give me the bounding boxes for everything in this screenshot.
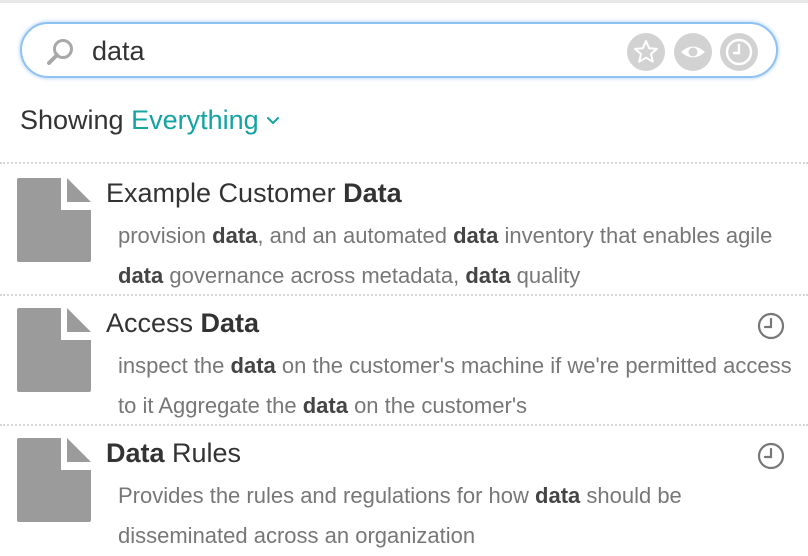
result-snippet: Provides the rules and regulations for h… xyxy=(118,476,798,556)
result-snippet: provision data, and an automated data in… xyxy=(118,216,798,296)
title-match-highlight: Data xyxy=(343,178,402,208)
snippet-text: inspect the xyxy=(118,353,231,378)
clock-icon xyxy=(725,38,753,66)
scope-value: Everything xyxy=(131,105,259,135)
result-item[interactable]: Access Data inspect the data on the custo… xyxy=(0,296,808,424)
title-text: Example Customer xyxy=(106,178,344,208)
scope-dropdown[interactable]: Everything xyxy=(131,105,280,136)
snippet-match-highlight: data xyxy=(118,263,164,288)
document-icon xyxy=(17,178,91,262)
eye-icon xyxy=(681,46,705,58)
search-input[interactable] xyxy=(92,33,612,69)
showing-label: Showing xyxy=(20,105,124,135)
title-match-highlight: Data xyxy=(200,308,260,338)
snippet-text: Provides the rules and regulations for h… xyxy=(118,483,536,508)
results-divider xyxy=(0,162,808,164)
search-bar[interactable] xyxy=(20,22,778,78)
snippet-match-highlight: data xyxy=(465,263,511,288)
result-item[interactable]: Example Customer Data provision data, and… xyxy=(0,166,808,294)
result-snippet: inspect the data on the customer's machi… xyxy=(118,346,798,426)
showing-filter-row: Showing Everything xyxy=(20,105,280,141)
snippet-match-highlight: data xyxy=(230,353,276,378)
snippet-text: inventory that enables agile xyxy=(498,223,773,248)
title-text: Access xyxy=(106,308,201,338)
snippet-match-highlight: data xyxy=(302,393,348,418)
result-title[interactable]: Access Data xyxy=(106,308,259,339)
watched-filter-button[interactable] xyxy=(674,33,712,71)
snippet-text: quality xyxy=(510,263,581,288)
title-text: Rules xyxy=(164,438,242,468)
recent-filter-button[interactable] xyxy=(720,33,758,71)
title-match-highlight: Data xyxy=(106,438,165,468)
snippet-text: provision xyxy=(118,223,213,248)
document-icon xyxy=(17,438,91,522)
result-title[interactable]: Data Rules xyxy=(106,438,241,469)
snippet-match-highlight: data xyxy=(212,223,258,248)
clock-icon[interactable] xyxy=(757,312,785,340)
star-icon xyxy=(634,40,658,63)
panel-top-edge xyxy=(0,0,808,3)
snippet-text: , and an automated xyxy=(257,223,454,248)
result-item[interactable]: Data Rules Provides the rules and regulat… xyxy=(0,426,808,554)
result-title[interactable]: Example Customer Data xyxy=(106,178,402,209)
search-icon xyxy=(47,39,73,65)
chevron-down-icon xyxy=(266,116,279,124)
snippet-match-highlight: data xyxy=(535,483,581,508)
snippet-text: on the customer's xyxy=(347,393,528,418)
document-icon xyxy=(17,308,91,392)
snippet-match-highlight: data xyxy=(453,223,499,248)
snippet-text: governance across metadata, xyxy=(163,263,466,288)
favorites-filter-button[interactable] xyxy=(627,33,665,71)
clock-icon[interactable] xyxy=(757,442,785,470)
